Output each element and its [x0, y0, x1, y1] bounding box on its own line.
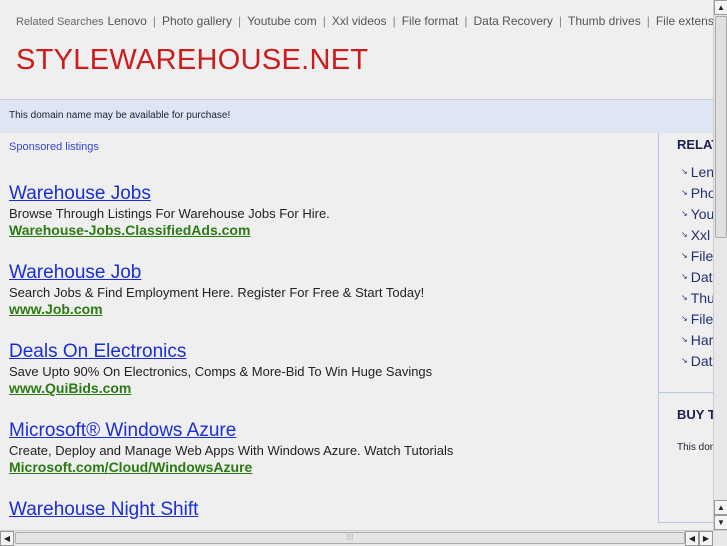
buy-section: BUY T This dor [659, 392, 713, 453]
vertical-scroll-thumb[interactable] [715, 16, 727, 238]
related-search-link[interactable]: Youtube com [247, 14, 317, 28]
sidebar-link[interactable]: Dat [681, 353, 713, 374]
scroll-up-icon[interactable]: ▲ [714, 500, 727, 515]
related-search-link[interactable]: File format [402, 14, 459, 28]
ad-url-link[interactable]: Warehouse-Jobs.ClassifiedAds.com [9, 222, 649, 239]
sidebar-link[interactable]: Youtube com [681, 206, 713, 227]
sidebar-link[interactable]: Xxl videos [681, 227, 713, 248]
related-search-link[interactable]: Thumb drives [568, 14, 641, 28]
separator: | [392, 14, 396, 28]
separator: | [152, 14, 156, 28]
related-searches-label: Related Searches [16, 16, 104, 28]
ad-title-link[interactable]: Warehouse Jobs [9, 183, 649, 205]
ad-listing: Deals On Electronics Save Upto 90% On Ele… [9, 341, 649, 397]
related-searches-bar: Related Searches Lenovo | Photo gallery | You… [16, 14, 713, 28]
ad-listing: Warehouse Job Search Jobs & Find Employme… [9, 262, 649, 318]
ad-title-link[interactable]: Warehouse Night Shift [9, 499, 649, 521]
related-search-link[interactable]: File extensi [656, 14, 713, 28]
vertical-scrollbar[interactable]: ▲ ▲ ▼ [713, 0, 727, 530]
ad-url-link[interactable]: www.QuiBids.com [9, 380, 649, 397]
scroll-right-icon[interactable]: ▶ [699, 531, 713, 546]
ad-url-link[interactable]: Microsoft.com/Cloud/WindowsAzure [9, 459, 649, 476]
sidebar-link[interactable]: File format [681, 248, 713, 269]
scroll-left-icon[interactable]: ◀ [685, 531, 699, 546]
ad-url-link[interactable]: www.Job.com [9, 301, 649, 318]
horizontal-scrollbar[interactable]: ◀ ⁞⁞⁞ ◀ ▶ [0, 530, 727, 546]
related-sidebar: RELAT LenovoPhoto galleryYoutube comXxl … [658, 133, 713, 523]
ad-title-link[interactable]: Warehouse Job [9, 262, 649, 284]
buy-text: This dor [677, 442, 713, 453]
site-title: STYLEWAREHOUSE.NET [16, 44, 369, 76]
scroll-down-icon[interactable]: ▼ [714, 515, 727, 530]
related-search-link[interactable]: Data Recovery [474, 14, 553, 28]
ad-description: Search Jobs & Find Employment Here. Regi… [9, 285, 425, 300]
scroll-left-icon[interactable]: ◀ [0, 531, 14, 546]
ad-description: Save Upto 90% On Electronics, Comps & Mo… [9, 364, 433, 379]
domain-notice: This domain name may be available for pu… [0, 99, 713, 133]
separator: | [322, 14, 326, 28]
sidebar-link[interactable]: Har [681, 332, 713, 353]
sidebar-link[interactable]: File extensi [681, 311, 713, 332]
sidebar-link[interactable]: Data Recovery [681, 269, 713, 290]
sidebar-link[interactable]: Thumb drives [681, 290, 713, 311]
sponsored-listings-link[interactable]: Sponsored listings [9, 141, 649, 153]
ad-description: Create, Deploy and Manage Web Apps With … [9, 443, 454, 458]
separator: | [646, 14, 650, 28]
ad-listing: Microsoft® Windows Azure Create, Deploy a… [9, 420, 649, 476]
related-search-link[interactable]: Photo gallery [162, 14, 232, 28]
separator: | [464, 14, 468, 28]
related-search-link[interactable]: Lenovo [107, 14, 146, 28]
sidebar-link[interactable]: Lenovo [681, 164, 713, 185]
horizontal-scroll-thumb[interactable]: ⁞⁞⁞ [15, 532, 685, 544]
ad-listing: Warehouse Night Shift [9, 499, 649, 521]
separator: | [238, 14, 242, 28]
ad-listing: Warehouse Jobs Browse Through Listings Fo… [9, 183, 649, 239]
separator: | [558, 14, 562, 28]
ad-description: Browse Through Listings For Warehouse Jo… [9, 206, 330, 221]
scroll-up-icon[interactable]: ▲ [714, 0, 727, 15]
sidebar-link[interactable]: Photo gallery [681, 185, 713, 206]
sidebar-title: RELAT [677, 137, 713, 152]
ad-title-link[interactable]: Deals On Electronics [9, 341, 649, 363]
ad-title-link[interactable]: Microsoft® Windows Azure [9, 420, 649, 442]
buy-title: BUY T [677, 407, 713, 422]
main-listings: Sponsored listings Warehouse Jobs Browse … [9, 141, 649, 544]
related-search-link[interactable]: Xxl videos [332, 14, 387, 28]
